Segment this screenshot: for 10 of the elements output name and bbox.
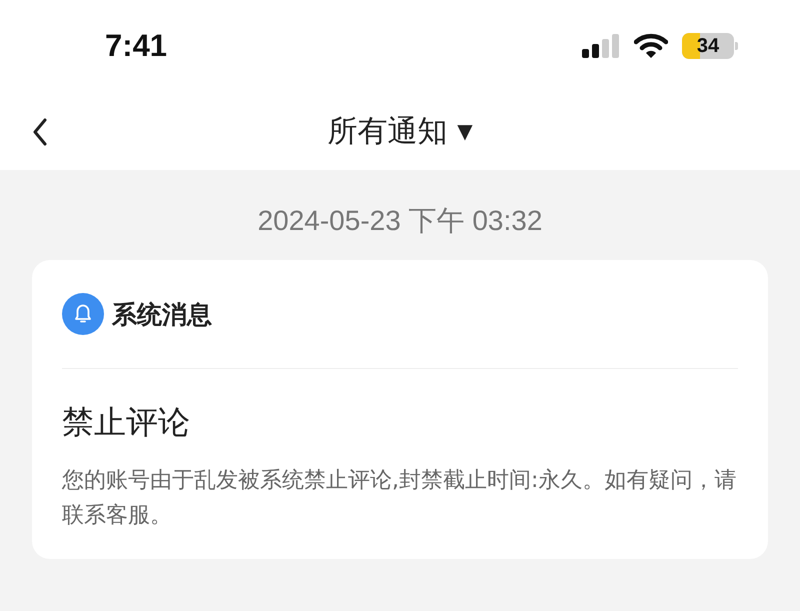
message-timestamp: 2024-05-23 下午 03:32: [256, 204, 544, 238]
signal-icon: [582, 34, 620, 58]
message-title: 禁止评论: [62, 402, 191, 443]
wifi-icon: [634, 33, 668, 59]
message-source: 系统消息: [112, 298, 212, 330]
message-body: 您的账号由于乱发被系统禁止评论,封禁截止时间:永久。如有疑问，请联系客服。: [62, 467, 738, 530]
status-time: 7:41: [105, 28, 168, 64]
notification-filter-dropdown[interactable]: 所有通知 ▼: [327, 110, 473, 152]
back-icon: [32, 118, 48, 146]
bell-icon: [62, 293, 104, 335]
